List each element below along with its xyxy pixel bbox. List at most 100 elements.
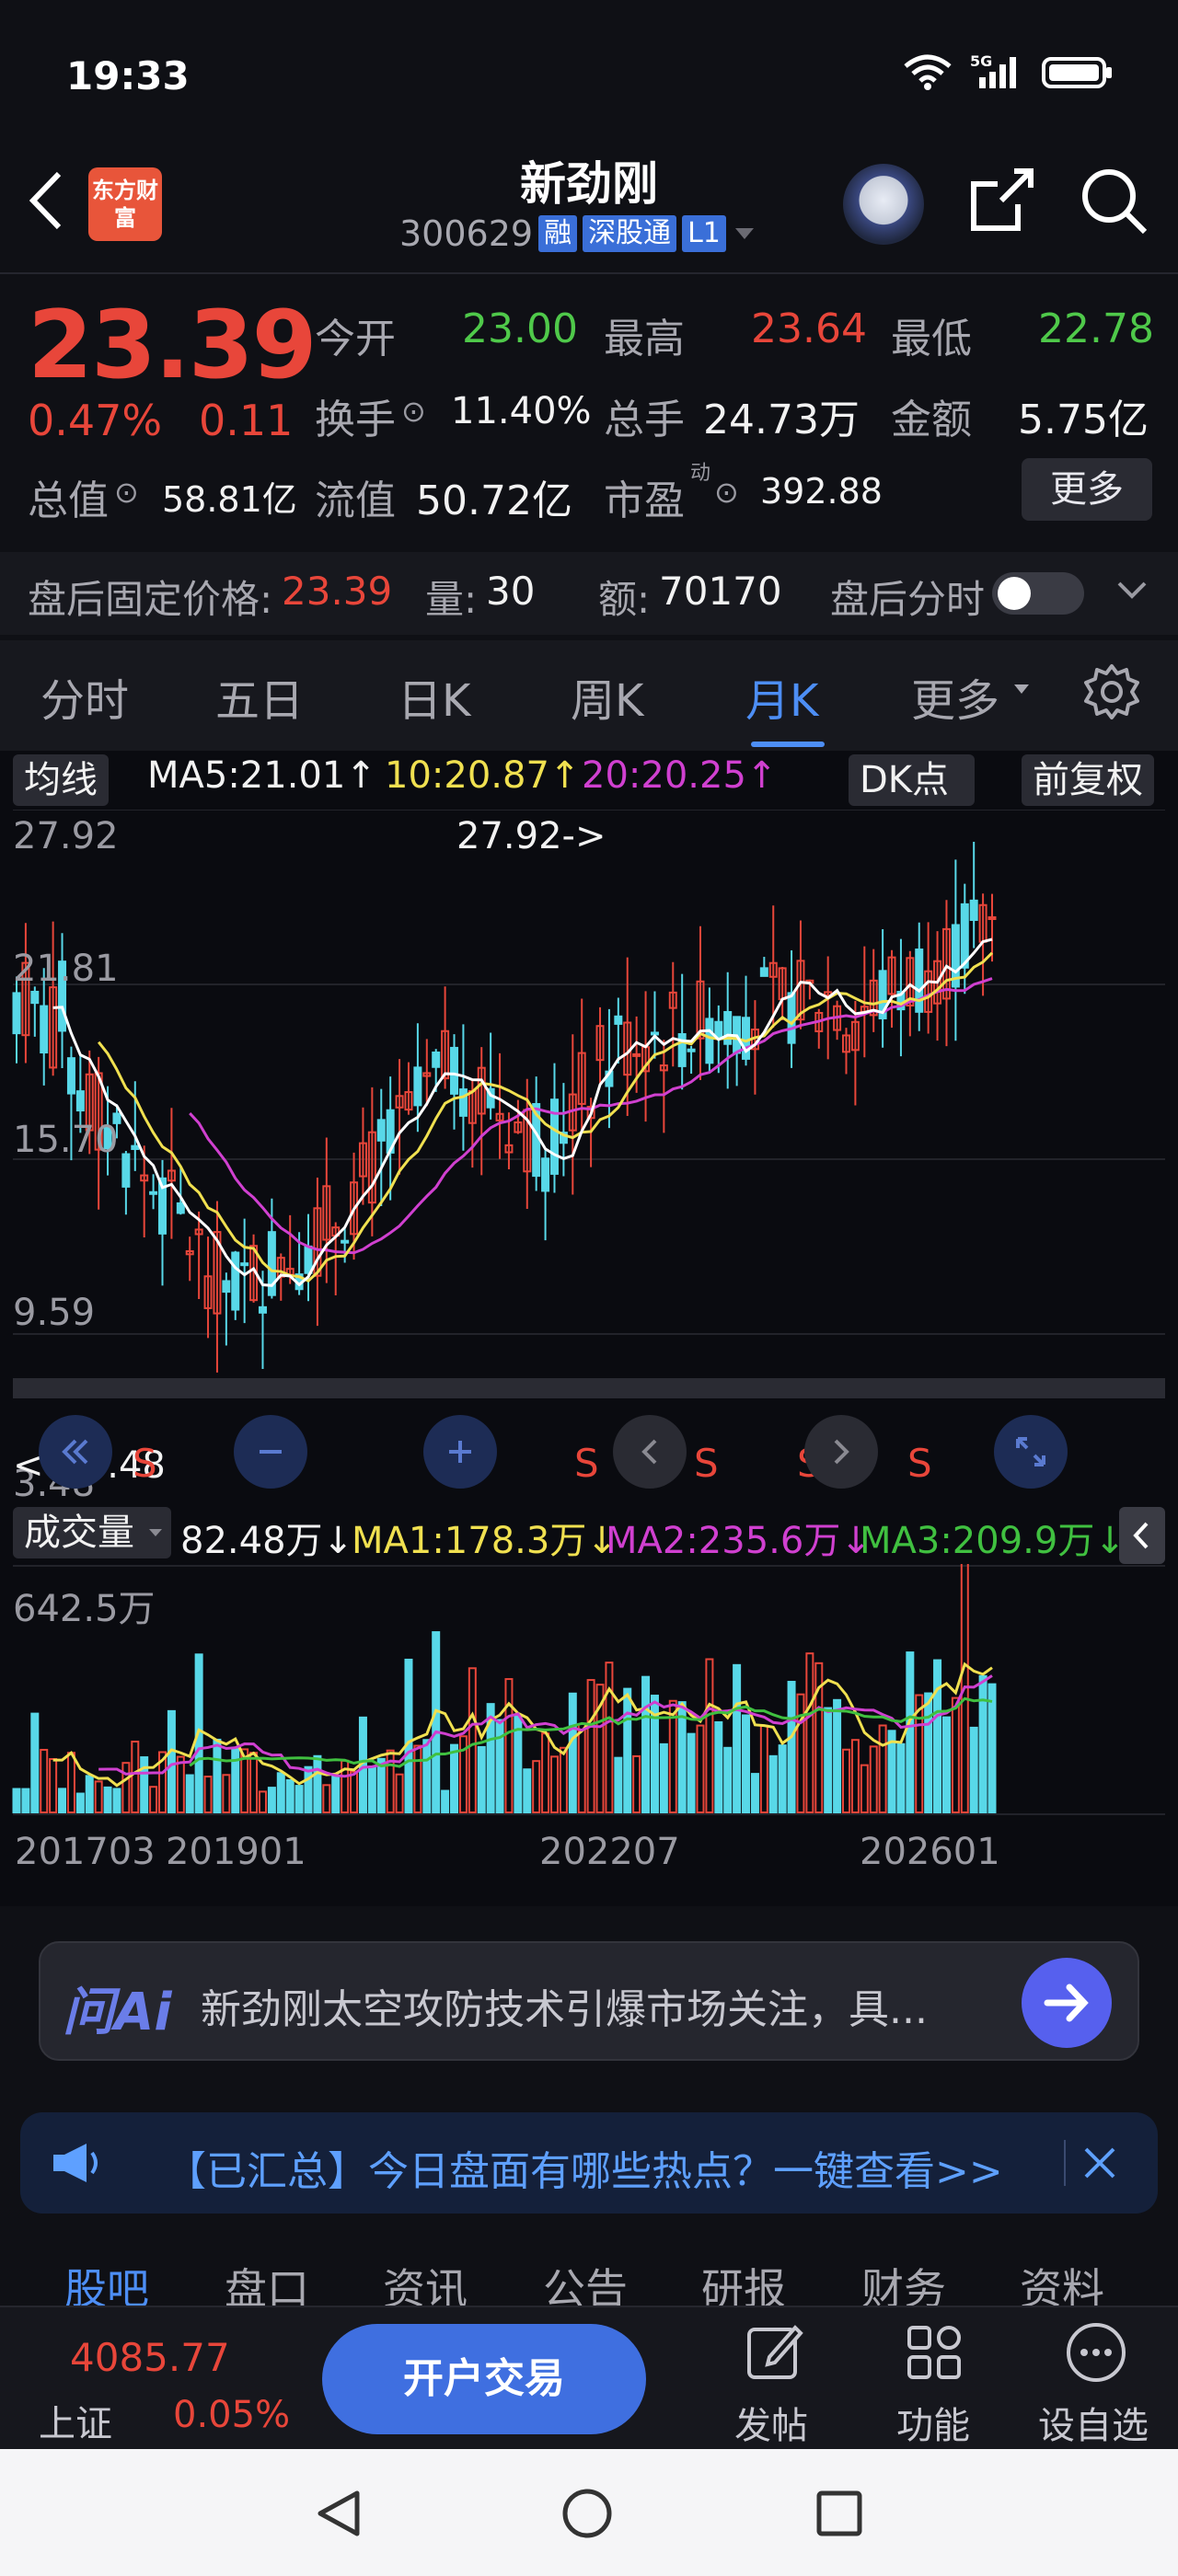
volume-bar: [267, 1787, 276, 1814]
x-label-4: 202601: [860, 1831, 1000, 1873]
zoom-out-button[interactable]: [234, 1415, 307, 1489]
candle-body: [413, 1066, 422, 1107]
volume-bar: [213, 1738, 222, 1813]
volume-bar: [951, 1696, 960, 1813]
open-value: 23.00: [462, 305, 578, 352]
volume-bar: [12, 1788, 21, 1813]
tab-five-day[interactable]: 五日: [215, 664, 304, 729]
after-vol-label: 量:: [425, 577, 478, 622]
volume-bar: [203, 1776, 213, 1813]
index-name[interactable]: 上证: [39, 2394, 112, 2447]
volume-bar: [577, 1722, 586, 1814]
candle-body: [759, 967, 768, 977]
volume-bar: [413, 1744, 422, 1813]
ma-toggle-button[interactable]: 均线: [13, 754, 109, 806]
dropdown-icon[interactable]: [732, 224, 757, 243]
chevron-left-icon: [1133, 1522, 1149, 1549]
info-icon[interactable]: ⊙: [714, 475, 739, 510]
high-value: 23.64: [751, 305, 867, 352]
ai-assistant-avatar[interactable]: [843, 164, 924, 245]
volume-bar: [549, 1755, 559, 1813]
double-chevron-left-icon: [62, 1439, 88, 1465]
change-pct: 0.47%: [28, 396, 163, 445]
after-amt: 70170: [659, 569, 782, 614]
functions-grid-icon[interactable]: [902, 2320, 966, 2385]
tab-weekly-k[interactable]: 周K: [571, 664, 643, 729]
more-dots-icon[interactable]: [1064, 2320, 1128, 2385]
tab-daily-k[interactable]: 日K: [398, 664, 470, 729]
tab-intraday[interactable]: 分时: [40, 664, 129, 729]
pe-superscript: 动: [690, 462, 711, 485]
dk-point-button[interactable]: DK点: [849, 754, 976, 806]
functions-label[interactable]: 功能: [896, 2396, 970, 2449]
connect-tag: 深股通: [583, 215, 677, 252]
scroll-left-fast-button[interactable]: [39, 1415, 112, 1489]
nav-recents-icon[interactable]: [812, 2486, 867, 2541]
edit-post-icon[interactable]: [742, 2320, 806, 2385]
open-account-trade-button[interactable]: 开户交易: [322, 2324, 646, 2434]
chevron-down-icon[interactable]: [1115, 580, 1149, 602]
ai-submit-button[interactable]: [1022, 1958, 1112, 2048]
volume-bar: [778, 1744, 787, 1814]
volume-ma2: MA2:235.6万↓: [606, 1520, 872, 1562]
info-icon[interactable]: ⊙: [401, 394, 426, 429]
after-hours-toggle[interactable]: [992, 572, 1084, 615]
notice-text[interactable]: 【已汇总】今日盘面有哪些热点？一键查看>>: [166, 2138, 1003, 2197]
chevron-right-icon: [834, 1439, 849, 1465]
ai-prompt-text[interactable]: 新劲刚太空攻防技术引爆市场关注，具...: [201, 1976, 928, 2035]
more-button[interactable]: 更多: [1022, 458, 1152, 521]
status-time: 19:33: [66, 53, 190, 98]
volume-bar: [614, 1756, 623, 1813]
candle-body: [231, 1251, 240, 1311]
nav-back-icon[interactable]: [311, 2486, 366, 2541]
step-right-button[interactable]: [804, 1415, 878, 1489]
collapse-indicators-button[interactable]: [1119, 1507, 1165, 1564]
ma-button-label: 均线: [24, 759, 98, 801]
volume-bar: [85, 1775, 94, 1813]
low-label: 最低: [891, 316, 972, 362]
add-watchlist-label[interactable]: 设自选: [1038, 2396, 1149, 2449]
volume-bar: [322, 1784, 331, 1814]
search-icon[interactable]: [1079, 166, 1149, 236]
volume-bar: [350, 1770, 359, 1813]
stock-code: 300629: [399, 213, 534, 254]
candle-body: [714, 1020, 723, 1039]
candle-body: [541, 1157, 550, 1192]
tab-monthly-k[interactable]: 月K: [745, 664, 818, 729]
volume-bar: [659, 1742, 668, 1813]
gear-icon[interactable]: [1082, 662, 1141, 721]
volume-bar: [742, 1714, 751, 1814]
candle-body: [687, 1048, 696, 1052]
volume-bar: [94, 1780, 103, 1813]
turnover-value: 11.40%: [451, 390, 592, 432]
close-icon[interactable]: [1080, 2144, 1119, 2182]
caret-down-icon: [149, 1529, 162, 1536]
share-icon[interactable]: [968, 166, 1036, 234]
volume-bar: [969, 1726, 978, 1813]
zoom-in-button[interactable]: [423, 1415, 497, 1489]
candle-body: [960, 903, 969, 969]
tab-more[interactable]: 更多: [911, 664, 999, 729]
index-value[interactable]: 4085.77: [70, 2335, 230, 2380]
volume-bar: [978, 1674, 987, 1814]
volume-bar: [121, 1762, 131, 1813]
nav-home-icon[interactable]: [560, 2486, 615, 2541]
kline-chart[interactable]: [0, 810, 1178, 1417]
pe-label: 市盈: [604, 477, 685, 524]
volume-bar: [924, 1692, 933, 1813]
megaphone-icon: [53, 2144, 98, 2182]
volume-chart[interactable]: [0, 1564, 1178, 1836]
volume-bar: [167, 1709, 176, 1813]
post-label[interactable]: 发帖: [734, 2396, 808, 2449]
volume-bar: [768, 1754, 778, 1813]
candle-body: [987, 916, 997, 921]
fullscreen-button[interactable]: [994, 1415, 1068, 1489]
volume-bar: [441, 1789, 450, 1813]
volume-bar: [249, 1752, 259, 1813]
info-icon[interactable]: ⊙: [114, 475, 139, 510]
adjust-button[interactable]: 前复权: [1022, 754, 1154, 806]
step-left-button[interactable]: [613, 1415, 687, 1489]
sell-marker: S: [694, 1441, 719, 1486]
x-label-2: 201901: [166, 1831, 306, 1873]
index-change-pct[interactable]: 0.05%: [173, 2394, 290, 2436]
